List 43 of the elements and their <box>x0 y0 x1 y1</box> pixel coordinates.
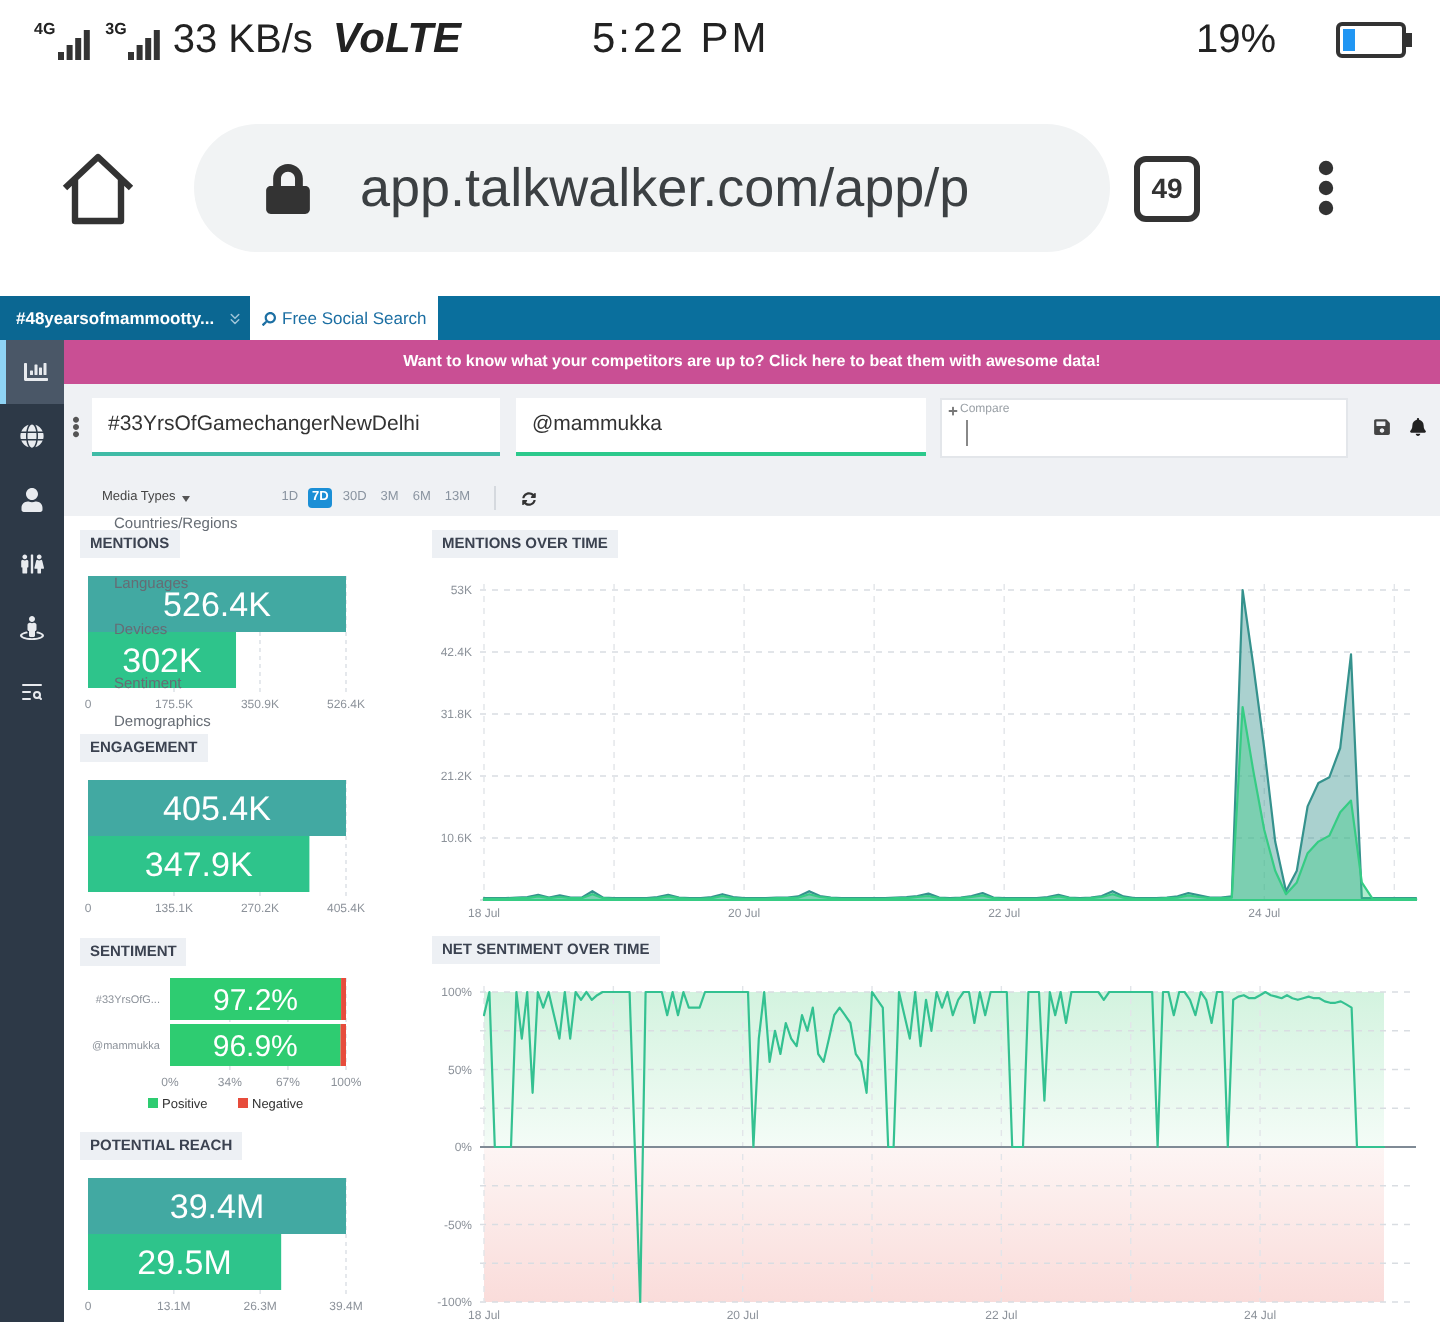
sidebar-button[interactable] <box>0 340 64 404</box>
value-label: 29.5M <box>137 1244 232 1283</box>
value-label: 96.9% <box>212 1029 298 1064</box>
query-field[interactable]: #33YrsOfGamechangerNewDelhi <box>92 398 500 456</box>
search-tab[interactable]: Free Social Search <box>250 296 439 340</box>
user-icon <box>20 488 44 512</box>
query-field[interactable]: @mammukka <box>516 398 926 456</box>
plus-icon <box>948 405 958 415</box>
network-type-label: 3G <box>105 21 127 37</box>
chevrons-down-icon <box>226 309 244 327</box>
bell-icon[interactable] <box>1410 418 1426 436</box>
bar-chart-icon <box>23 360 47 384</box>
tab-switcher-button[interactable]: 49 <box>1134 155 1200 221</box>
address-bar[interactable]: app.talkwalker.com/app/p <box>194 124 1110 252</box>
search-icon <box>262 311 276 325</box>
home-icon[interactable] <box>60 150 136 226</box>
value-label: 39.4M <box>169 1188 265 1227</box>
list-search-icon <box>20 680 44 704</box>
more-options-icon[interactable] <box>1318 160 1334 216</box>
clock-time: 5:22 PM <box>592 16 770 64</box>
lock-icon <box>266 163 310 213</box>
promo-banner-link[interactable]: Want to know what your competitors are up to? Click here to beat them with awesome data! <box>64 340 1440 384</box>
person-pin-icon <box>20 616 44 640</box>
globe-icon <box>20 424 44 448</box>
drag-handle-icon[interactable] <box>72 416 80 438</box>
battery-percent: 19% <box>1195 16 1276 64</box>
project-tab[interactable]: #48yearsofmammootty... <box>0 296 250 340</box>
man-woman-icon <box>20 552 44 576</box>
network-type-label: 4G <box>34 21 56 37</box>
signal-icon <box>57 29 90 59</box>
battery-icon <box>1336 22 1412 58</box>
signal-icon <box>128 29 161 59</box>
legend-swatch-icon <box>238 1098 248 1108</box>
text-cursor <box>966 420 968 446</box>
caret-down-icon <box>181 495 190 501</box>
value-label: 347.9K <box>144 846 253 885</box>
save-icon[interactable] <box>1374 418 1390 436</box>
refresh-icon[interactable] <box>522 491 537 505</box>
volte-label: VoLTE <box>332 16 462 64</box>
network-speed: 33 KB/s <box>172 16 313 64</box>
value-label: 97.2% <box>213 983 299 1018</box>
value-label: 405.4K <box>163 790 271 829</box>
legend-swatch-icon <box>148 1098 158 1108</box>
